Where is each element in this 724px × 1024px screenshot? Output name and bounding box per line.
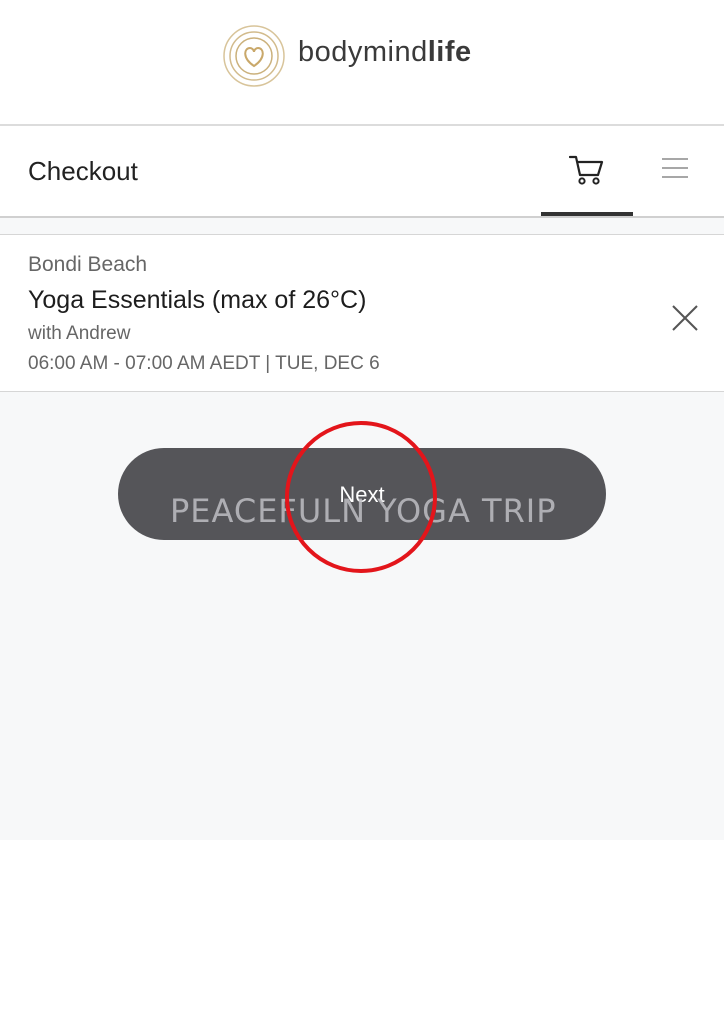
hamburger-menu-icon [662,158,688,178]
checkout-content: Bondi Beach Yoga Essentials (max of 26°C… [0,218,724,840]
highlight-circle [285,421,437,573]
menu-button[interactable] [660,156,700,186]
brand-name-regular: bodymind [298,36,428,68]
cart-icon [569,155,604,185]
brand-name-bold: life [427,36,472,68]
brand-emblem-icon [223,25,285,87]
class-instructor: with Andrew [28,323,131,344]
cart-item-card: Bondi Beach Yoga Essentials (max of 26°C… [0,234,724,392]
app-header: bodymindlife [0,0,724,126]
brand-wordmark: bodymindlife [298,36,472,69]
class-schedule: 06:00 AM - 07:00 AM AEDT | TUE, DEC 6 [28,353,380,374]
close-icon [672,305,698,331]
page-title: Checkout [28,156,138,186]
cart-tab[interactable] [541,126,633,216]
checkout-navbar: Checkout [0,126,724,218]
page-footer [0,840,724,1024]
class-location: Bondi Beach [28,253,148,276]
class-title: Yoga Essentials (max of 26°C) [28,286,367,314]
brand-logo[interactable]: bodymindlife [222,24,512,88]
remove-item-button[interactable] [668,301,702,335]
